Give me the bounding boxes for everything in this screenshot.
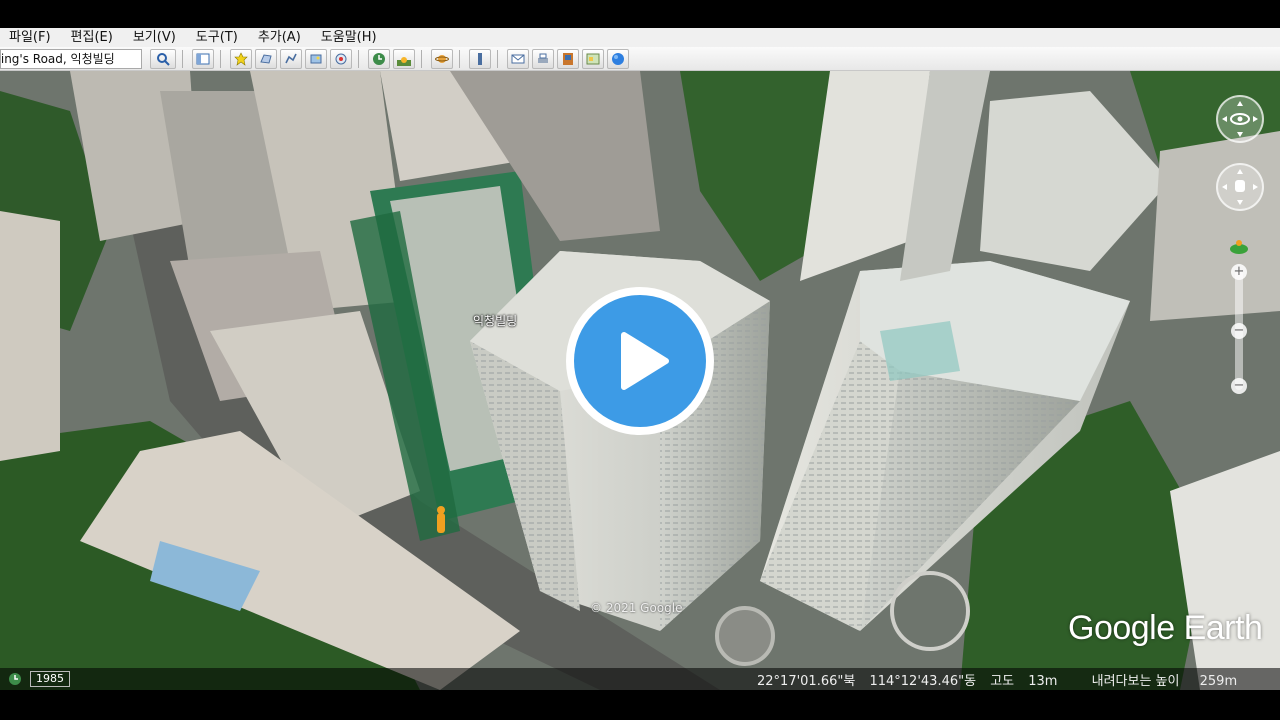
add-placemark-button[interactable]	[230, 48, 252, 69]
overlay-icon	[310, 54, 322, 63]
place-label[interactable]: 익청빌딩	[473, 312, 517, 329]
planets-icon	[435, 54, 449, 63]
sun-icon	[397, 56, 411, 66]
maps-icon	[586, 53, 600, 64]
polygon-icon	[260, 53, 272, 64]
toolbar-divider	[358, 49, 359, 68]
hand-icon	[1222, 169, 1258, 205]
coordinates-readout: 22°17'01.66"북 114°12'43.46"동 고도 13m 내려다보…	[757, 670, 1247, 689]
save-image-icon	[563, 52, 573, 65]
menu-view[interactable]: 보기(V)	[130, 28, 179, 47]
menu-add[interactable]: 추가(A)	[255, 28, 304, 47]
record-tour-button[interactable]	[330, 48, 352, 69]
toolbar-divider	[497, 49, 498, 68]
email-button[interactable]	[507, 48, 529, 69]
pegman-icon[interactable]	[1228, 237, 1250, 257]
sidebar-icon	[196, 53, 210, 64]
add-overlay-button[interactable]	[305, 48, 327, 69]
status-bar: 1985 22°17'01.66"북 114°12'43.46"동 고도 13m…	[0, 668, 1280, 690]
eye-icon	[1222, 101, 1258, 137]
move-joystick[interactable]	[1216, 163, 1264, 211]
bottom-letterbox	[0, 690, 1280, 720]
eye-altitude: 259m	[1199, 674, 1238, 689]
menu-help[interactable]: 도움말(H)	[318, 28, 380, 47]
print-button[interactable]	[532, 48, 554, 69]
historical-imagery-button[interactable]	[368, 48, 390, 69]
google-earth-logo: Google Earth	[1068, 609, 1263, 647]
toolbar-divider	[459, 49, 460, 68]
add-path-button[interactable]	[280, 48, 302, 69]
play-button[interactable]	[566, 287, 714, 435]
top-letterbox	[0, 0, 1280, 28]
save-image-button[interactable]	[557, 48, 579, 69]
eye-altitude-label: 내려다보는 높이	[1091, 674, 1180, 689]
view-in-maps-button[interactable]	[582, 48, 604, 69]
history-icon	[373, 52, 385, 65]
print-icon	[538, 53, 548, 63]
search-input[interactable]: King's Road, 익청빌딩	[0, 48, 142, 69]
sidebar-button[interactable]	[192, 48, 214, 69]
elevation-label: 고도	[990, 674, 1015, 689]
earth-icon	[612, 52, 624, 65]
play-icon	[621, 332, 669, 390]
longitude: 114°12'43.46"동	[869, 674, 977, 689]
navigation-controls: + − −	[1210, 77, 1274, 397]
ruler-icon	[478, 52, 482, 65]
elevation: 13m	[1028, 674, 1058, 689]
path-icon	[285, 53, 297, 63]
planets-button[interactable]	[431, 48, 453, 69]
search-button[interactable]	[150, 48, 176, 69]
earth-3d-view[interactable]: 익청빌딩 © 2021 Google Google Earth + − −	[0, 71, 1280, 690]
menubar: 파일(F) 편집(E) 보기(V) 도구(T) 추가(A) 도움말(H)	[0, 28, 1280, 47]
toolbar-divider	[421, 49, 422, 68]
copyright-text: © 2021 Google	[590, 601, 683, 615]
search-icon	[157, 52, 170, 66]
earth-gallery-button[interactable]	[607, 48, 629, 69]
look-joystick[interactable]	[1216, 95, 1264, 143]
email-icon	[511, 54, 525, 63]
tour-icon	[335, 53, 347, 64]
zoom-handle[interactable]: −	[1231, 323, 1247, 339]
play-icon-bg	[574, 295, 706, 427]
add-polygon-button[interactable]	[255, 48, 277, 69]
ruler-button[interactable]	[469, 48, 491, 69]
toolbar-divider	[182, 49, 183, 68]
zoom-out-icon[interactable]: −	[1231, 378, 1247, 394]
menu-tools[interactable]: 도구(T)	[193, 28, 241, 47]
zoom-in-icon[interactable]: +	[1231, 264, 1247, 280]
menu-file[interactable]: 파일(F)	[6, 28, 54, 47]
latitude: 22°17'01.66"북	[757, 674, 856, 689]
menu-edit[interactable]: 편집(E)	[68, 28, 116, 47]
toolbar: King's Road, 익청빌딩	[0, 47, 1280, 71]
history-status-icon[interactable]	[8, 672, 22, 686]
toolbar-divider	[220, 49, 221, 68]
sunlight-button[interactable]	[393, 48, 415, 69]
placemark-icon	[234, 51, 248, 66]
imagery-year[interactable]: 1985	[30, 671, 70, 687]
